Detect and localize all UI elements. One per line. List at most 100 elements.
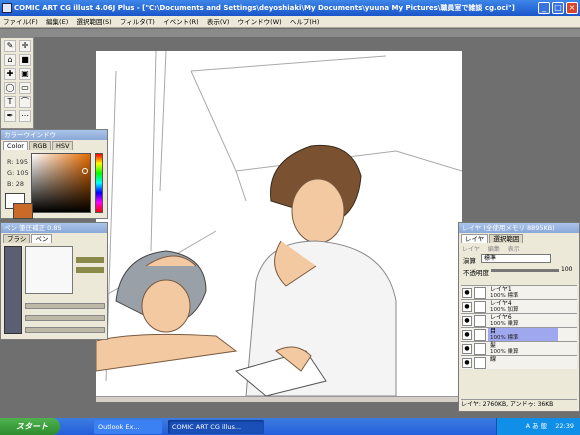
maximize-button[interactable]: □ bbox=[552, 2, 564, 14]
r-value: R: 195 bbox=[7, 158, 28, 166]
layer-name: レイヤ6 bbox=[490, 314, 512, 321]
tab-brush[interactable]: ブラシ bbox=[3, 234, 31, 243]
task-outlook[interactable]: Outlook Ex... bbox=[94, 420, 162, 434]
menu-file[interactable]: ファイル(F) bbox=[0, 16, 41, 28]
app-icon bbox=[2, 3, 12, 13]
layer-menu-view[interactable]: 表示 bbox=[508, 246, 520, 253]
blend-label: 演算 bbox=[463, 257, 476, 265]
tab-pen[interactable]: ペン bbox=[31, 234, 53, 243]
layer-row[interactable]: ● 線 bbox=[461, 355, 577, 369]
color-panel-title[interactable]: カラーウインドウ bbox=[1, 130, 107, 140]
visibility-eye-icon[interactable]: ● bbox=[462, 302, 472, 312]
system-tray: A あ 般 22:39 bbox=[496, 418, 580, 435]
picker-cursor[interactable] bbox=[82, 168, 88, 174]
visibility-eye-icon[interactable]: ● bbox=[462, 316, 472, 326]
pen-panel-title[interactable]: ペン 筆圧補正 0.85 bbox=[1, 223, 107, 233]
hue-slider[interactable] bbox=[95, 153, 103, 213]
rect-fill-tool-icon[interactable]: ■ bbox=[19, 54, 31, 66]
start-label: スタート bbox=[16, 422, 48, 431]
tab-rgb[interactable]: RGB bbox=[28, 141, 51, 150]
start-button[interactable]: スタート bbox=[0, 418, 60, 435]
menu-selection[interactable]: 選択範囲(S) bbox=[73, 16, 114, 28]
pen-option-slider-1[interactable] bbox=[25, 303, 105, 309]
curve-tool-icon[interactable]: ⌒ bbox=[19, 96, 31, 108]
toolbox: ✎ ✛ ⌂ ■ ✚ ▣ ◯ ▭ T ⌒ ✒ ⋯ bbox=[0, 37, 34, 129]
menu-edit[interactable]: 編集(E) bbox=[43, 16, 71, 28]
window-title-bar[interactable]: COMIC ART CG illust 4.06J Plus - ["C:\Do… bbox=[0, 0, 580, 16]
tab-layer[interactable]: レイヤ bbox=[461, 234, 489, 243]
pen-preview bbox=[25, 246, 73, 294]
layer-menu-edit[interactable]: 編集 bbox=[488, 246, 500, 253]
fill-tool-icon[interactable]: ⌂ bbox=[4, 54, 16, 66]
rect-tool-icon[interactable]: ▭ bbox=[19, 82, 31, 94]
layer-row-selected[interactable]: ● 目 100% 標準 bbox=[461, 327, 577, 342]
drawing-canvas[interactable] bbox=[95, 50, 463, 397]
menu-bar: ファイル(F) 編集(E) 選択範囲(S) フィルタ(T) イベント(R) 表示… bbox=[0, 16, 580, 28]
artwork-sketch bbox=[95, 50, 463, 397]
foreground-color-swatch[interactable] bbox=[13, 203, 33, 219]
layer-name: 線 bbox=[490, 356, 497, 363]
layer-thumbnail bbox=[474, 329, 486, 341]
text-tool-icon[interactable]: T bbox=[4, 96, 16, 108]
close-button[interactable]: × bbox=[566, 2, 578, 14]
opacity-label: 不透明度 bbox=[463, 269, 489, 277]
menu-event[interactable]: イベント(R) bbox=[160, 16, 202, 28]
visibility-eye-icon[interactable]: ● bbox=[462, 344, 472, 354]
layer-name: レイヤ4 bbox=[490, 300, 512, 307]
layer-row[interactable]: ● レイヤ6 100% 乗算 bbox=[461, 313, 577, 327]
b-value: B: 28 bbox=[7, 180, 24, 188]
pen-option-slider-3[interactable] bbox=[25, 327, 105, 333]
layer-row[interactable]: ● レイヤ4 100% 加算 bbox=[461, 299, 577, 313]
layer-name: 髪 bbox=[490, 342, 497, 349]
grid-tool-icon[interactable]: ▣ bbox=[19, 68, 31, 80]
visibility-eye-icon[interactable]: ● bbox=[462, 288, 472, 298]
canvas-scrollbar[interactable] bbox=[96, 396, 462, 402]
brush-tool-icon[interactable]: ✒ bbox=[4, 110, 16, 122]
window-title: COMIC ART CG illust 4.06J Plus - ["C:\Do… bbox=[14, 4, 515, 12]
layer-name: 目 bbox=[490, 328, 497, 335]
menu-view[interactable]: 表示(V) bbox=[204, 16, 233, 28]
layer-thumbnail bbox=[474, 287, 486, 299]
pen-size-slider[interactable] bbox=[76, 257, 104, 263]
layer-status: レイヤ: 2760KB, アンドゥ: 36KB bbox=[461, 399, 577, 409]
pen-density-slider[interactable] bbox=[76, 267, 104, 273]
layer-row[interactable]: ● 髪 100% 乗算 bbox=[461, 341, 577, 355]
blend-mode-select[interactable]: 標準 bbox=[481, 254, 551, 263]
clock: 22:39 bbox=[555, 422, 574, 430]
pen-tool-icon[interactable]: ✎ bbox=[4, 40, 16, 52]
opacity-slider[interactable] bbox=[491, 269, 559, 272]
ime-indicator[interactable]: A あ 般 bbox=[526, 422, 548, 430]
tab-selection[interactable]: 選択範囲 bbox=[489, 234, 524, 243]
visibility-eye-icon[interactable]: ● bbox=[462, 330, 472, 340]
layer-thumbnail bbox=[474, 357, 486, 369]
layer-name: レイヤ1 bbox=[490, 286, 512, 293]
menu-window[interactable]: ウインドウ(W) bbox=[235, 16, 285, 28]
more-tool-icon[interactable]: ⋯ bbox=[19, 110, 31, 122]
menu-help[interactable]: ヘルプ(H) bbox=[287, 16, 322, 28]
tab-color[interactable]: Color bbox=[3, 141, 28, 150]
toolbar-strip bbox=[0, 29, 580, 37]
pen-preset-list[interactable] bbox=[4, 246, 22, 334]
layer-panel: レイヤ (全使用メモリ 8895KB) レイヤ 選択範囲 レイヤ 編集 表示 演算… bbox=[458, 222, 580, 412]
task-outlook-label: Outlook Ex... bbox=[98, 423, 140, 431]
task-comic-art[interactable]: COMIC ART CG illus... bbox=[168, 420, 264, 434]
layer-menu-layer[interactable]: レイヤ bbox=[462, 246, 480, 253]
task-comic-art-label: COMIC ART CG illus... bbox=[172, 423, 242, 431]
menu-filter[interactable]: フィルタ(T) bbox=[117, 16, 158, 28]
taskbar bbox=[0, 418, 580, 435]
pen-panel: ペン 筆圧補正 0.85 ブラシ ペン bbox=[0, 222, 108, 340]
tab-hsv[interactable]: HSV bbox=[52, 141, 74, 150]
color-picker-field[interactable] bbox=[31, 153, 91, 213]
layer-row[interactable]: ● レイヤ1 100% 標準 bbox=[461, 285, 577, 299]
layer-menu-row: レイヤ 編集 表示 bbox=[459, 244, 579, 253]
minimize-button[interactable]: _ bbox=[538, 2, 550, 14]
visibility-eye-icon[interactable]: ● bbox=[462, 358, 472, 368]
cross-tool-icon[interactable]: ✚ bbox=[4, 68, 16, 80]
move-tool-icon[interactable]: ✛ bbox=[19, 40, 31, 52]
pen-option-slider-2[interactable] bbox=[25, 315, 105, 321]
ellipse-tool-icon[interactable]: ◯ bbox=[4, 82, 16, 94]
layer-panel-title[interactable]: レイヤ (全使用メモリ 8895KB) bbox=[459, 223, 579, 233]
g-value: G: 105 bbox=[7, 169, 29, 177]
layer-thumbnail bbox=[474, 301, 486, 313]
opacity-value: 100 bbox=[561, 266, 573, 273]
